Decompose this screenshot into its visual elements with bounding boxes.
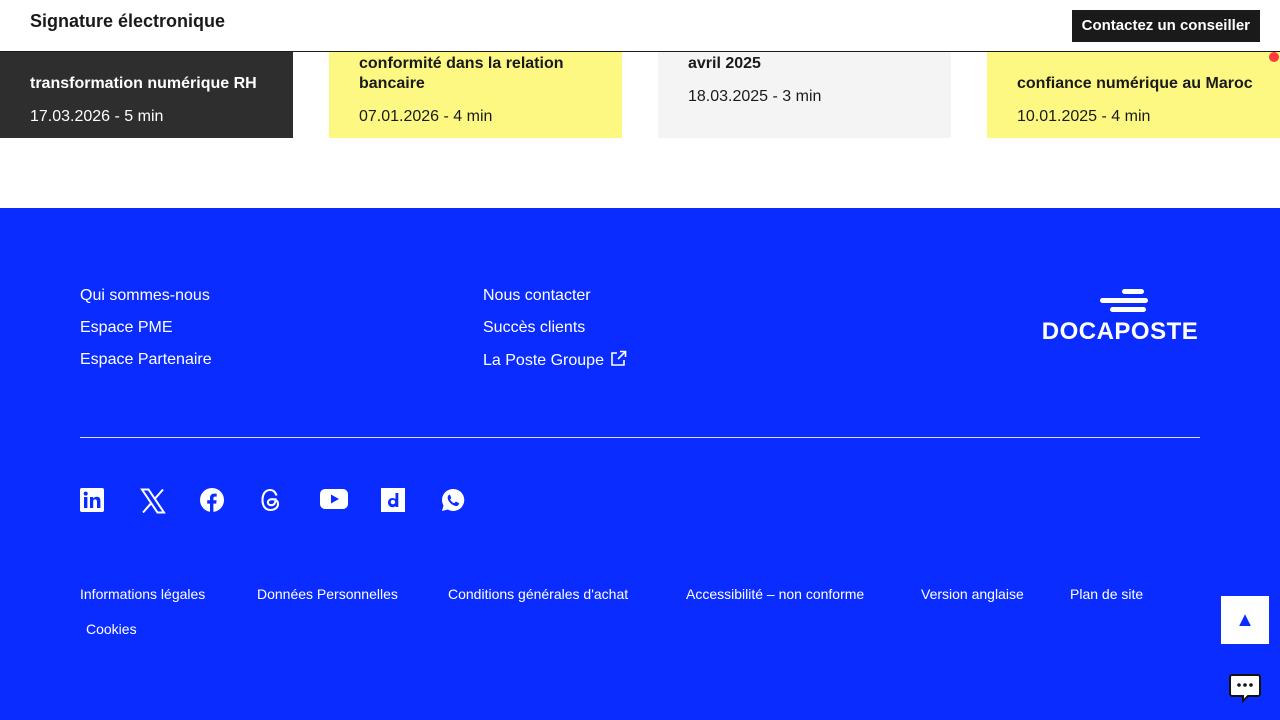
dailymotion-icon[interactable]: [381, 488, 407, 514]
article-card-title: transformation numérique RH: [30, 75, 257, 92]
sticky-header: Signature électronique Contactez un cons…: [0, 0, 1280, 52]
docaposte-logo-mark: [1100, 289, 1148, 312]
legal-link-informations[interactable]: Informations légales: [80, 586, 205, 602]
article-card-meta: 18.03.2025 - 3 min: [688, 88, 822, 105]
article-card-meta: 10.01.2025 - 4 min: [1017, 108, 1151, 125]
whatsapp-icon[interactable]: [441, 488, 467, 514]
footer-divider: [80, 437, 1200, 438]
site-footer: Qui sommes-nous Espace PME Espace Parten…: [0, 208, 1280, 720]
footer-link-success[interactable]: Succès clients: [483, 318, 627, 350]
notification-dot: [1269, 52, 1279, 62]
footer-link-pme[interactable]: Espace PME: [80, 318, 212, 350]
footer-link-la-poste-label: La Poste Groupe: [483, 352, 604, 369]
chat-icon[interactable]: [1227, 670, 1263, 706]
docaposte-logo[interactable]: DOCAPOSTE: [1040, 288, 1200, 348]
footer-column-1: Qui sommes-nous Espace PME Espace Parten…: [80, 286, 212, 382]
external-link-icon: [610, 350, 627, 373]
threads-icon[interactable]: [260, 488, 286, 514]
page-title: Signature électronique: [30, 11, 226, 31]
x-icon[interactable]: [140, 488, 166, 514]
article-card-title: avril 2025: [688, 55, 761, 72]
legal-link-cookies[interactable]: Cookies: [86, 621, 137, 637]
legal-link-privacy[interactable]: Données Personnelles: [257, 586, 398, 602]
article-card-title: conformité dans la relation bancaire: [359, 55, 564, 92]
legal-link-accessibility[interactable]: Accessibilité – non conforme: [686, 586, 864, 602]
back-to-top-button[interactable]: ▲: [1220, 595, 1270, 645]
footer-link-about[interactable]: Qui sommes-nous: [80, 286, 212, 318]
legal-link-terms[interactable]: Conditions générales d'achat: [448, 586, 628, 602]
article-card-title: confiance numérique au Maroc: [1017, 75, 1253, 92]
legal-link-english[interactable]: Version anglaise: [921, 586, 1024, 602]
footer-link-contact[interactable]: Nous contacter: [483, 286, 627, 318]
article-card-meta: 07.01.2026 - 4 min: [359, 108, 493, 125]
footer-link-partner[interactable]: Espace Partenaire: [80, 350, 212, 382]
article-card-meta: 17.03.2026 - 5 min: [30, 108, 164, 125]
legal-link-sitemap[interactable]: Plan de site: [1070, 586, 1143, 602]
footer-column-2: Nous contacter Succès clients La Poste G…: [483, 286, 627, 386]
linkedin-icon[interactable]: [80, 488, 106, 514]
facebook-icon[interactable]: [200, 488, 226, 514]
footer-link-la-poste[interactable]: La Poste Groupe: [483, 350, 627, 386]
youtube-icon[interactable]: [320, 488, 348, 514]
docaposte-logo-text: DOCAPOSTE: [1041, 318, 1199, 345]
contact-advisor-button[interactable]: Contactez un conseiller: [1071, 10, 1260, 42]
